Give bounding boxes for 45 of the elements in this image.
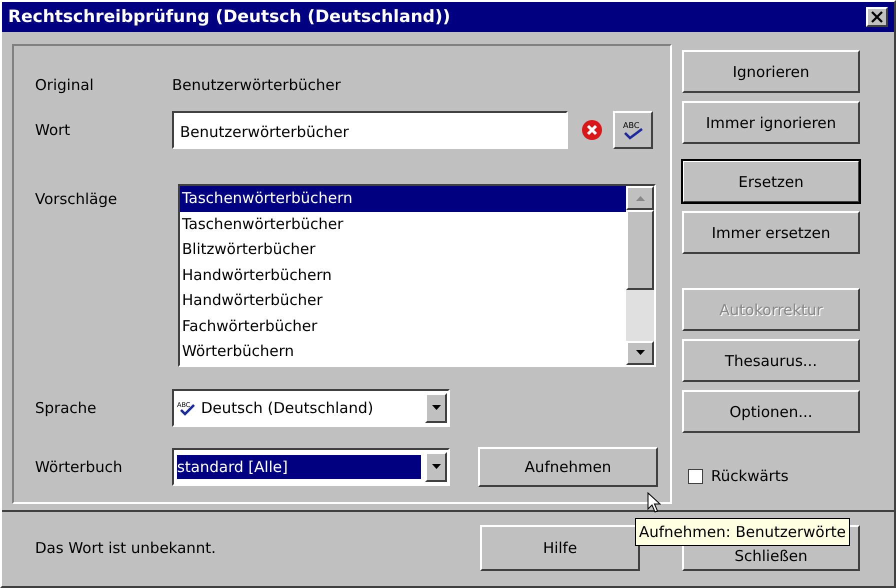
suggestion-item[interactable]: Handwörterbücher bbox=[180, 288, 626, 314]
original-word: Benutzerwörterbücher bbox=[172, 76, 341, 94]
language-value: Deutsch (Deutschland) bbox=[201, 398, 374, 416]
help-button[interactable]: Hilfe bbox=[480, 525, 640, 571]
mouse-pointer-icon bbox=[647, 492, 661, 514]
field-label: Wörterbuch bbox=[35, 458, 124, 476]
suggestion-item[interactable]: Taschenwörterbüchern bbox=[180, 186, 626, 212]
dictionary-value: standard [Alle] bbox=[177, 454, 421, 478]
dropdown-button[interactable] bbox=[425, 452, 447, 482]
field-label: Wort bbox=[35, 121, 72, 139]
down-arrow-icon bbox=[636, 350, 644, 355]
action-button[interactable]: Immer ersetzen bbox=[682, 211, 860, 254]
error-icon bbox=[581, 119, 603, 141]
action-button[interactable]: Immer ignorieren bbox=[682, 101, 860, 144]
suggestion-item[interactable]: Blitzwörterbücher bbox=[180, 237, 626, 262]
tooltip: Aufnehmen: Benutzerwörte bbox=[635, 518, 850, 546]
field-label: Vorschläge bbox=[35, 189, 118, 208]
action-button[interactable]: Ignorieren bbox=[682, 50, 860, 93]
suggestion-item[interactable]: Fachwörterbücher bbox=[180, 314, 626, 339]
scrollbar[interactable] bbox=[626, 186, 654, 364]
close-button[interactable] bbox=[866, 7, 888, 27]
spellcheck-button[interactable]: ABC bbox=[613, 111, 653, 149]
field-label: Original bbox=[35, 76, 95, 94]
suggestion-item[interactable]: Wörterbüchern bbox=[180, 339, 626, 364]
dropdown-button[interactable] bbox=[425, 392, 447, 422]
action-button[interactable]: Optionen... bbox=[682, 390, 860, 433]
caret-icon bbox=[432, 464, 440, 469]
up-arrow-icon bbox=[636, 196, 644, 200]
action-button[interactable]: Ersetzen bbox=[682, 160, 860, 203]
add-button[interactable]: Aufnehmen bbox=[478, 446, 658, 486]
dictionary-dropdown[interactable]: standard [Alle] bbox=[172, 448, 450, 486]
field-label: Sprache bbox=[35, 398, 98, 416]
scroll-up-button[interactable] bbox=[626, 186, 654, 210]
caret-icon bbox=[432, 405, 440, 410]
scroll-thumb[interactable] bbox=[626, 210, 654, 290]
close-icon bbox=[871, 11, 883, 23]
checkbox-label: Rückwärts bbox=[711, 467, 789, 485]
suggestion-item[interactable]: Taschenwörterbücher bbox=[180, 212, 626, 237]
action-button[interactable]: Thesaurus... bbox=[682, 339, 860, 382]
scroll-down-button[interactable] bbox=[626, 340, 654, 364]
suggestion-item[interactable]: Handwörterbüchern bbox=[180, 262, 626, 288]
word-field[interactable]: Benutzerwörterbücher bbox=[172, 111, 568, 149]
backwards-checkbox[interactable] bbox=[688, 468, 703, 484]
window-title: Rechtschreibprüfung (Deutsch (Deutschland)) bbox=[8, 7, 450, 27]
status-text: Das Wort ist unbekannt. bbox=[35, 539, 217, 557]
